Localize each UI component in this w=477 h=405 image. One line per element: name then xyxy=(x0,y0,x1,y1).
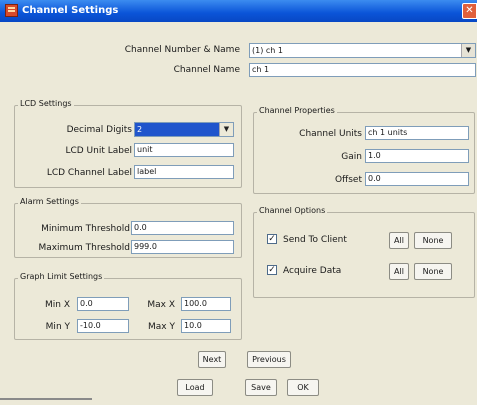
channel-properties-title: Channel Properties xyxy=(257,106,337,115)
max-x-label: Max X xyxy=(147,300,175,310)
ok-button[interactable]: OK xyxy=(287,379,319,396)
gain-input[interactable]: 1.0 xyxy=(365,149,469,163)
send-to-client-label: Send To Client xyxy=(283,235,347,245)
channel-number-name-value: (1) ch 1 xyxy=(252,46,283,55)
channel-name-input[interactable]: ch 1 xyxy=(249,63,476,77)
send-to-client-all-button[interactable]: All xyxy=(389,232,409,249)
channel-number-name-select[interactable]: (1) ch 1 ▼ xyxy=(249,43,476,58)
acquire-data-all-button[interactable]: All xyxy=(389,263,409,280)
chevron-down-icon[interactable]: ▼ xyxy=(219,123,233,136)
alarm-settings-title: Alarm Settings xyxy=(18,197,81,206)
decimal-digits-value: 2 xyxy=(137,125,143,134)
acquire-data-checkbox[interactable]: ✓ xyxy=(267,265,277,275)
lcd-settings-title: LCD Settings xyxy=(18,99,74,108)
minimum-threshold-input[interactable]: 0.0 xyxy=(131,221,234,235)
offset-label: Offset xyxy=(334,175,362,185)
window-edge-divider xyxy=(0,398,92,400)
previous-button[interactable]: Previous xyxy=(247,351,291,368)
gain-label: Gain xyxy=(341,152,362,162)
decimal-digits-label: Decimal Digits xyxy=(66,125,132,135)
close-icon[interactable]: ✕ xyxy=(462,3,477,19)
lcd-channel-label-input[interactable]: label xyxy=(134,165,234,179)
maximum-threshold-input[interactable]: 999.0 xyxy=(131,240,234,254)
offset-input[interactable]: 0.0 xyxy=(365,172,469,186)
lcd-unit-label-label: LCD Unit Label xyxy=(65,146,132,156)
channel-settings-window: Channel Settings ✕ Channel Number & Name… xyxy=(0,0,477,405)
load-button[interactable]: Load xyxy=(177,379,213,396)
channel-name-label: Channel Name xyxy=(173,65,240,75)
channel-number-name-label: Channel Number & Name xyxy=(124,45,240,55)
send-to-client-checkbox[interactable]: ✓ xyxy=(267,234,277,244)
max-y-input[interactable]: 10.0 xyxy=(181,319,231,333)
channel-units-input[interactable]: ch 1 units xyxy=(365,126,469,140)
min-y-label: Min Y xyxy=(45,322,70,332)
acquire-data-none-button[interactable]: None xyxy=(414,263,452,280)
next-button[interactable]: Next xyxy=(198,351,226,368)
save-button[interactable]: Save xyxy=(245,379,277,396)
lcd-channel-label-label: LCD Channel Label xyxy=(46,168,132,178)
decimal-digits-select[interactable]: 2 ▼ xyxy=(134,122,234,137)
channel-units-label: Channel Units xyxy=(299,129,362,139)
min-y-input[interactable]: -10.0 xyxy=(77,319,129,333)
channel-options-group: Channel Options xyxy=(253,206,475,298)
minimum-threshold-label: Minimum Threshold xyxy=(41,224,130,234)
maximum-threshold-label: Maximum Threshold xyxy=(38,243,130,253)
graph-limit-settings-title: Graph Limit Settings xyxy=(18,272,105,281)
min-x-label: Min X xyxy=(45,300,70,310)
max-y-label: Max Y xyxy=(148,322,175,332)
min-x-input[interactable]: 0.0 xyxy=(77,297,129,311)
max-x-input[interactable]: 100.0 xyxy=(181,297,231,311)
send-to-client-none-button[interactable]: None xyxy=(414,232,452,249)
channel-options-title: Channel Options xyxy=(257,206,328,215)
settings-window-icon xyxy=(5,4,18,17)
lcd-unit-label-input[interactable]: unit xyxy=(134,143,234,157)
window-title: Channel Settings xyxy=(22,5,119,16)
acquire-data-label: Acquire Data xyxy=(283,266,342,276)
title-bar[interactable]: Channel Settings ✕ xyxy=(0,0,477,22)
chevron-down-icon[interactable]: ▼ xyxy=(461,44,475,57)
